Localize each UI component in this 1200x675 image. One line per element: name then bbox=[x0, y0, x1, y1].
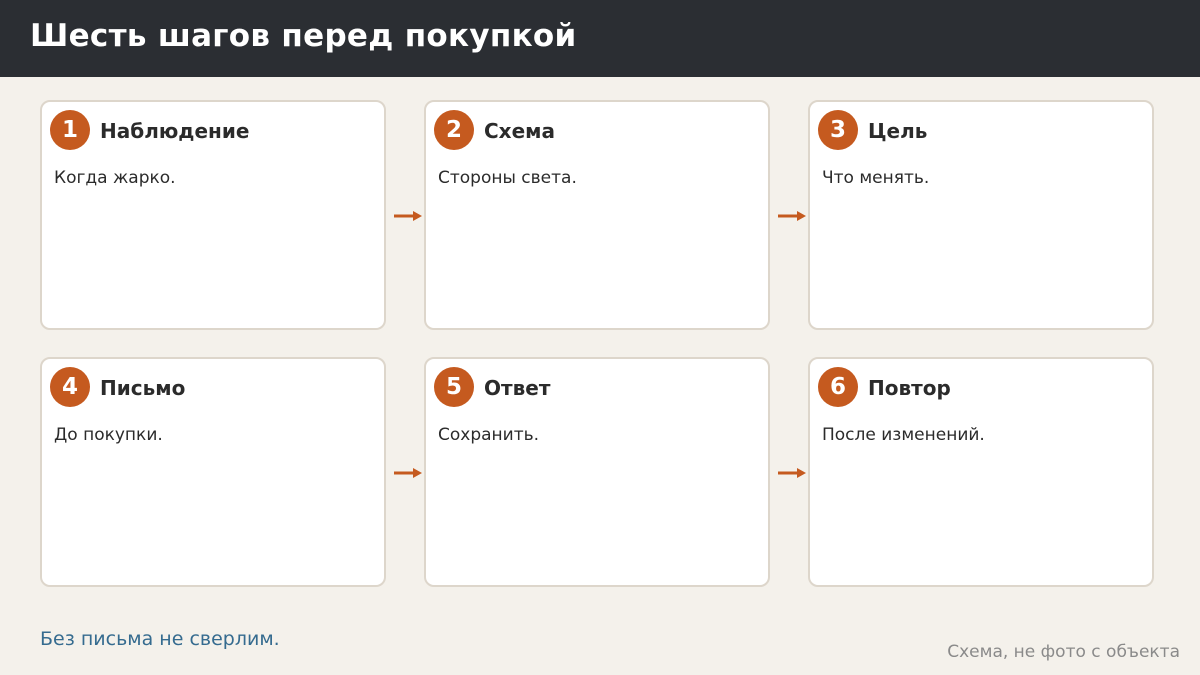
step-number-badge: 3 bbox=[818, 110, 858, 150]
page-title: Шесть шагов перед покупкой bbox=[30, 18, 577, 54]
step-number-badge: 2 bbox=[434, 110, 474, 150]
step-text: Когда жарко. bbox=[54, 168, 176, 188]
step-card-3: 3 Цель Что менять. bbox=[808, 100, 1154, 330]
step-text: Что менять. bbox=[822, 168, 930, 188]
arrow-right-icon bbox=[394, 211, 422, 221]
step-number-badge: 1 bbox=[50, 110, 90, 150]
source-note: Схема, не фото с объекта bbox=[947, 642, 1180, 662]
step-number-badge: 5 bbox=[434, 367, 474, 407]
step-text: Сохранить. bbox=[438, 425, 540, 445]
step-card-5: 5 Ответ Сохранить. bbox=[424, 357, 770, 587]
step-title: Повтор bbox=[868, 376, 951, 400]
arrow-right-icon bbox=[778, 468, 806, 478]
step-number-badge: 4 bbox=[50, 367, 90, 407]
footnote: Без письма не сверлим. bbox=[40, 628, 280, 650]
step-text: После изменений. bbox=[822, 425, 985, 445]
step-text: Стороны света. bbox=[438, 168, 577, 188]
header-bar: Шесть шагов перед покупкой bbox=[0, 0, 1200, 77]
step-title: Цель bbox=[868, 119, 928, 143]
step-text: До покупки. bbox=[54, 425, 163, 445]
step-title: Письмо bbox=[100, 376, 186, 400]
step-title: Ответ bbox=[484, 376, 551, 400]
arrow-right-icon bbox=[394, 468, 422, 478]
step-card-2: 2 Схема Стороны света. bbox=[424, 100, 770, 330]
step-card-6: 6 Повтор После изменений. bbox=[808, 357, 1154, 587]
step-title: Схема bbox=[484, 119, 555, 143]
step-card-4: 4 Письмо До покупки. bbox=[40, 357, 386, 587]
step-title: Наблюдение bbox=[100, 119, 250, 143]
step-card-1: 1 Наблюдение Когда жарко. bbox=[40, 100, 386, 330]
step-number-badge: 6 bbox=[818, 367, 858, 407]
arrow-right-icon bbox=[778, 211, 806, 221]
